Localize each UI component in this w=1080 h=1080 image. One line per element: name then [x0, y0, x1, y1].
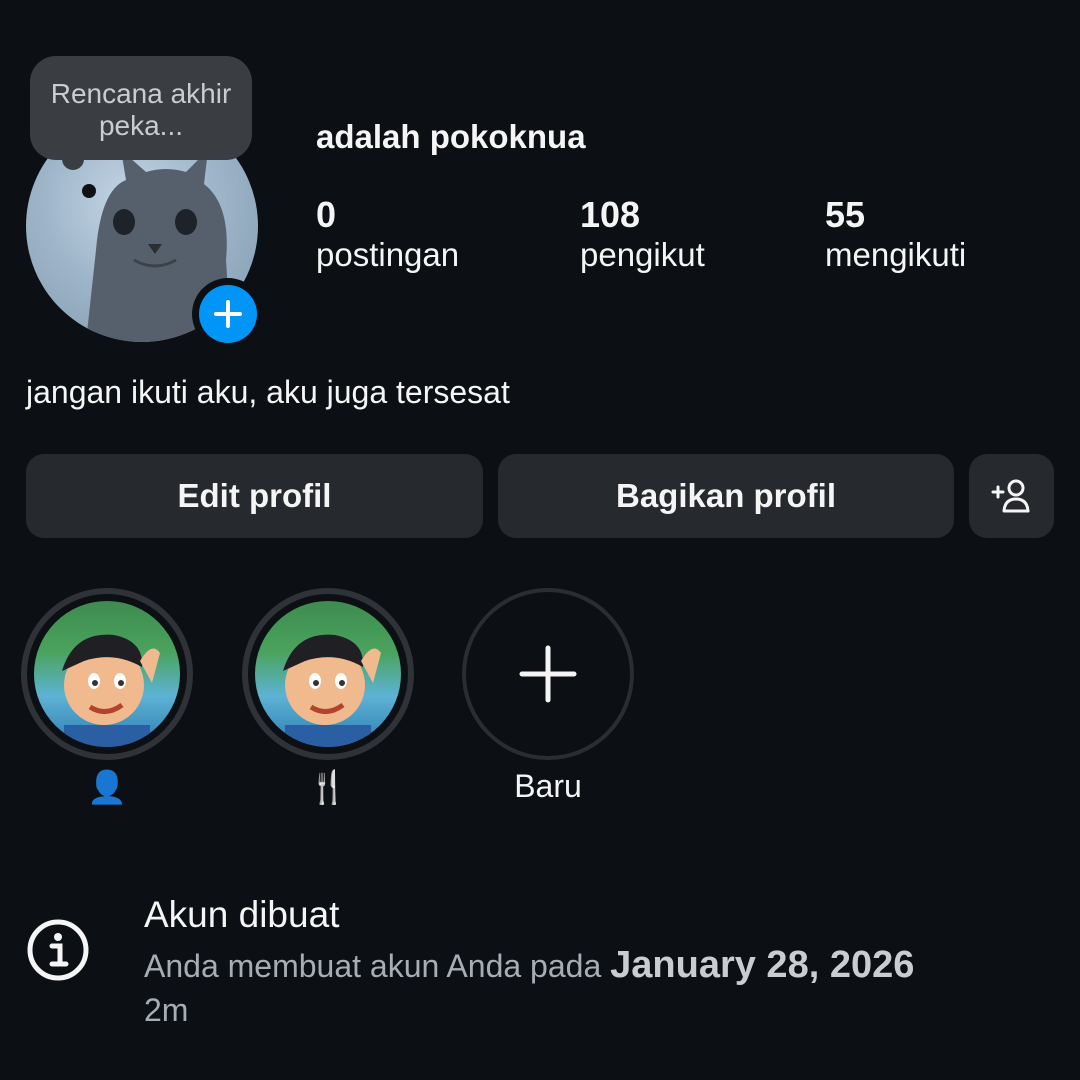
profile-note[interactable]: Rencana akhir peka...: [30, 56, 252, 160]
account-created-text: Anda membuat akun Anda pada January 28, …: [144, 944, 914, 987]
edit-profile-label: Edit profil: [177, 477, 332, 514]
share-profile-button[interactable]: Bagikan profil: [498, 454, 954, 538]
stat-posts[interactable]: 0 postingan: [316, 194, 459, 274]
highlight-ring: [242, 588, 414, 760]
add-story-button[interactable]: [192, 278, 264, 350]
stat-followers-label: pengikut: [580, 236, 705, 273]
new-highlight-label: Baru: [514, 768, 582, 804]
account-created-prefix: Anda membuat akun Anda pada: [144, 948, 602, 984]
info-icon: [26, 918, 90, 982]
stat-posts-value: 0: [316, 194, 337, 235]
stat-posts-label: postingan: [316, 236, 460, 273]
stat-followers[interactable]: 108 pengikut: [580, 194, 705, 274]
stat-following[interactable]: 55 mengikuti: [825, 194, 966, 274]
edit-profile-button[interactable]: Edit profil: [26, 454, 483, 538]
highlight-cover-image: [255, 601, 401, 747]
note-text: Rencana akhir peka...: [50, 78, 232, 141]
add-person-icon: [991, 479, 1029, 513]
stat-followers-value: 108: [580, 194, 641, 235]
profile-bio: jangan ikuti aku, aku juga tersesat: [26, 374, 510, 410]
note-bubble-dot: [82, 184, 96, 198]
account-created-time: 2m: [144, 992, 189, 1028]
new-highlight-ring: [462, 588, 634, 760]
highlight-cover-image: [34, 601, 180, 747]
highlight-label: 🍴: [308, 769, 348, 805]
account-created-title: Akun dibuat: [144, 894, 340, 935]
stat-following-label: mengikuti: [825, 236, 967, 273]
plus-icon: [519, 645, 577, 703]
highlight-item-2[interactable]: 🍴: [242, 588, 414, 806]
add-friend-button[interactable]: [969, 454, 1054, 538]
share-profile-label: Bagikan profil: [615, 477, 837, 514]
stat-following-value: 55: [825, 194, 866, 235]
plus-icon: [214, 300, 242, 328]
account-created-date: January 28, 2026: [610, 944, 915, 986]
new-highlight-button[interactable]: Baru: [462, 588, 634, 805]
highlight-item-1[interactable]: 👤: [21, 588, 193, 806]
highlight-ring: [21, 588, 193, 760]
highlight-label: 👤: [87, 769, 127, 805]
profile-username: adalah pokoknua: [316, 118, 586, 155]
